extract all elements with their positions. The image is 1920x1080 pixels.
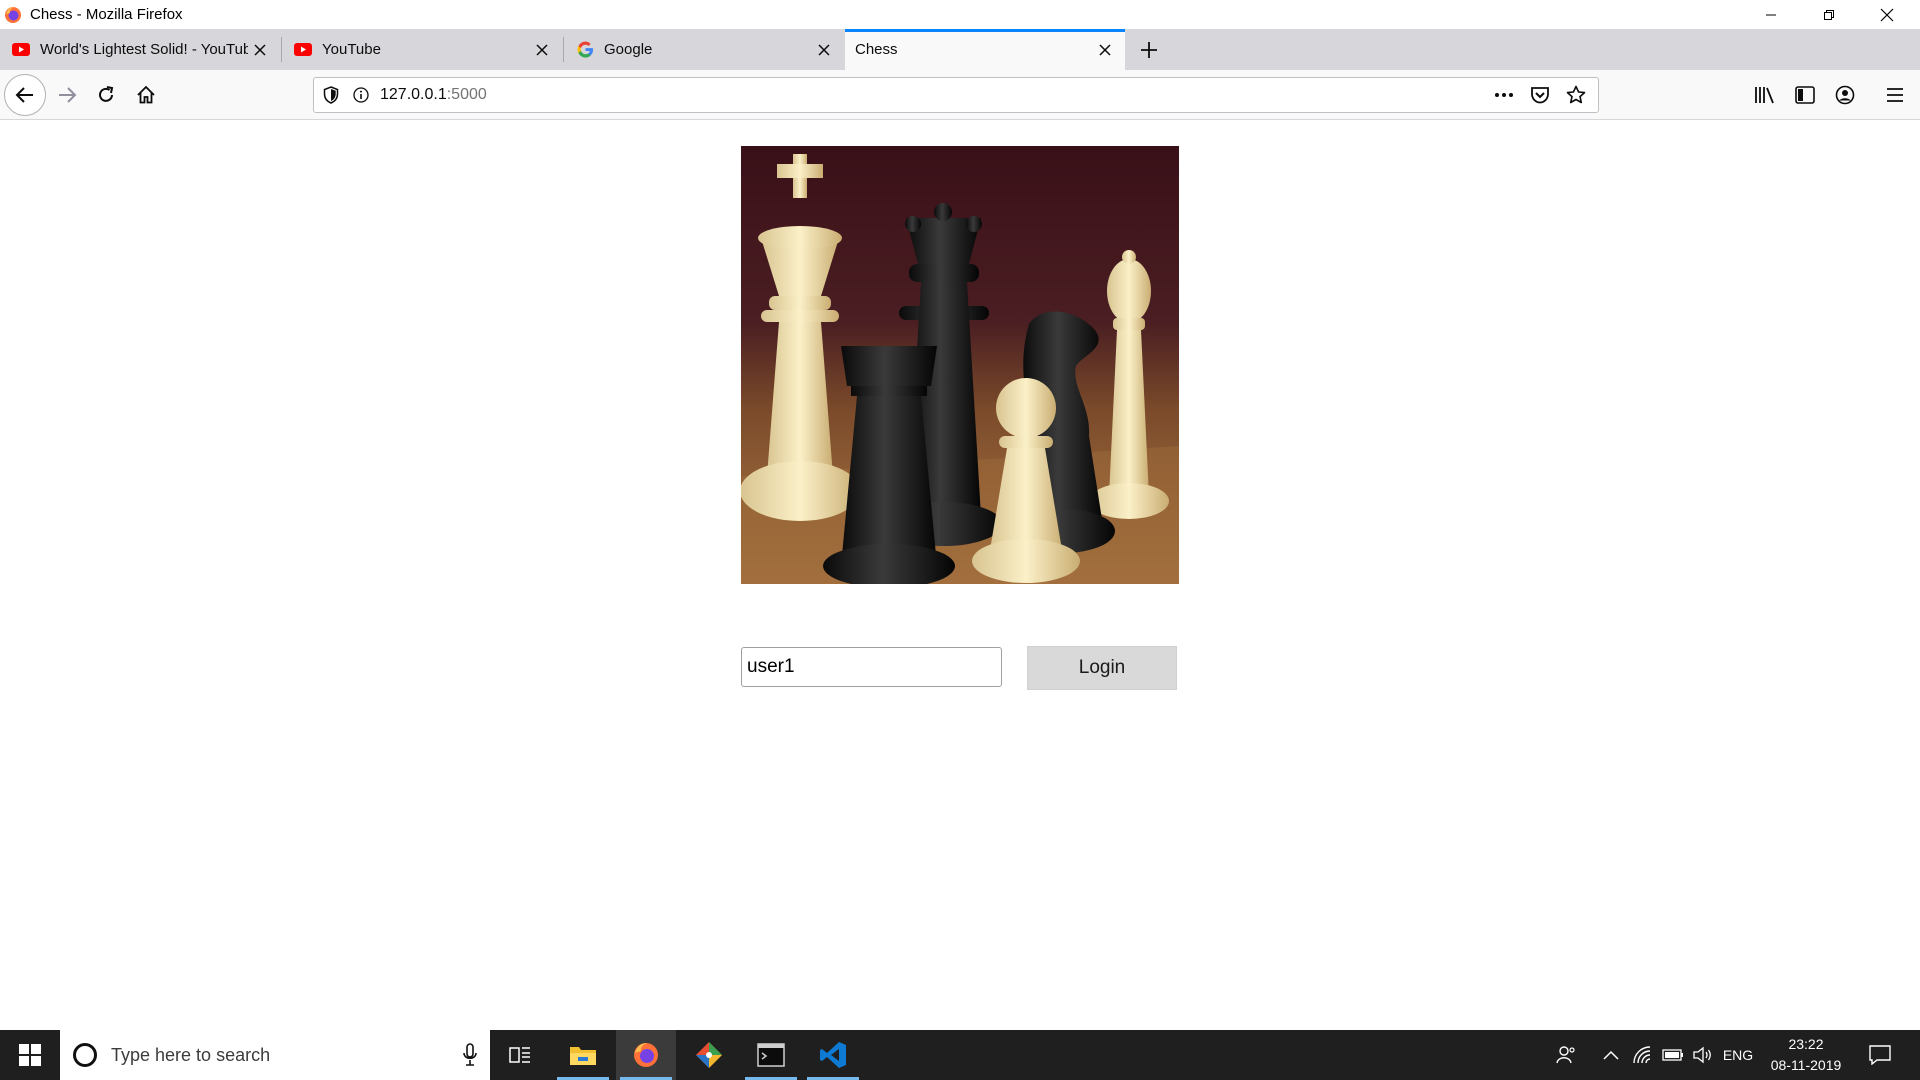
- page-actions-icon[interactable]: [1486, 78, 1522, 112]
- terminal-icon: [757, 1043, 785, 1067]
- back-arrow-icon: [15, 87, 33, 103]
- battery-icon: [1662, 1049, 1683, 1061]
- tab-worlds-lightest-solid[interactable]: World's Lightest Solid! - YouTube: [0, 29, 280, 70]
- volume-button[interactable]: [1688, 1030, 1718, 1080]
- file-explorer-taskbar-button[interactable]: [553, 1030, 613, 1080]
- taskbar-clock[interactable]: 23:22 08-11-2019: [1758, 1034, 1854, 1076]
- tab-label: Chess: [855, 41, 898, 58]
- wifi-icon: [1633, 1046, 1651, 1064]
- tab-label: Google: [604, 41, 653, 58]
- sidebar-button[interactable]: [1785, 75, 1825, 115]
- menu-button[interactable]: [1875, 75, 1915, 115]
- people-icon: [1556, 1046, 1575, 1064]
- close-tab-icon[interactable]: [530, 38, 554, 62]
- navigation-toolbar: 127.0.0.1:5000: [0, 70, 1920, 120]
- new-tab-button[interactable]: [1132, 33, 1166, 67]
- tab-strip: World's Lightest Solid! - YouTube YouTub…: [0, 29, 1920, 70]
- restore-button[interactable]: [1800, 0, 1858, 29]
- window-title: Chess - Mozilla Firefox: [30, 6, 183, 23]
- forward-arrow-icon: [59, 87, 77, 103]
- close-tab-icon[interactable]: [1093, 38, 1117, 62]
- vscode-icon: [820, 1042, 846, 1068]
- sidebar-icon: [1795, 86, 1815, 104]
- notification-icon: [1869, 1045, 1891, 1065]
- action-center-button[interactable]: [1862, 1030, 1898, 1080]
- forward-button[interactable]: [47, 75, 87, 115]
- tab-label: World's Lightest Solid! - YouTube: [40, 41, 248, 58]
- hamburger-menu-icon: [1887, 88, 1903, 102]
- language-indicator[interactable]: ENG: [1718, 1030, 1758, 1080]
- library-button[interactable]: [1745, 75, 1785, 115]
- windows-taskbar: Type here to search ENG 23:22 08-11-2019: [0, 1030, 1920, 1080]
- bookmark-star-icon[interactable]: [1558, 78, 1594, 112]
- restore-icon: [1824, 9, 1834, 20]
- back-button[interactable]: [4, 74, 46, 116]
- youtube-icon: [12, 41, 30, 59]
- battery-button[interactable]: [1658, 1030, 1688, 1080]
- close-window-button[interactable]: [1858, 0, 1916, 29]
- account-icon: [1835, 85, 1855, 105]
- minimize-icon: [1766, 14, 1776, 15]
- library-icon: [1755, 87, 1774, 104]
- reload-icon: [99, 86, 114, 102]
- tab-google[interactable]: Google: [564, 29, 844, 70]
- reload-button[interactable]: [86, 75, 126, 115]
- url-bar[interactable]: 127.0.0.1:5000: [313, 77, 1599, 113]
- people-button[interactable]: [1548, 1030, 1584, 1080]
- tab-youtube[interactable]: YouTube: [282, 29, 562, 70]
- start-button[interactable]: [0, 1030, 60, 1080]
- folder-icon: [570, 1047, 596, 1065]
- search-placeholder: Type here to search: [111, 1044, 271, 1065]
- firefox-icon: [634, 1043, 658, 1067]
- close-icon: [1880, 8, 1894, 21]
- shield-icon[interactable]: [316, 78, 346, 112]
- url-host: 127.0.0.1: [380, 86, 447, 103]
- git-taskbar-button[interactable]: [679, 1030, 739, 1080]
- chess-pieces-image: [741, 146, 1179, 584]
- git-icon: [696, 1042, 722, 1068]
- tab-chess[interactable]: Chess: [845, 29, 1125, 70]
- microphone-icon[interactable]: [462, 1043, 478, 1067]
- tab-label: YouTube: [322, 41, 381, 58]
- close-tab-icon[interactable]: [248, 38, 272, 62]
- taskbar-search-box[interactable]: Type here to search: [60, 1030, 490, 1080]
- google-icon: [576, 41, 594, 59]
- clock-time: 23:22: [1788, 1036, 1824, 1052]
- login-button[interactable]: Login: [1027, 646, 1177, 690]
- url-text: 127.0.0.1:5000: [380, 86, 487, 104]
- chevron-up-icon: [1603, 1050, 1619, 1060]
- home-icon: [137, 85, 155, 104]
- url-port: :5000: [446, 86, 487, 103]
- minimize-button[interactable]: [1742, 0, 1800, 29]
- window-titlebar: Chess - Mozilla Firefox: [0, 0, 1920, 29]
- cortana-icon: [73, 1043, 97, 1067]
- firefox-icon: [5, 6, 21, 23]
- task-view-button[interactable]: [490, 1030, 550, 1080]
- youtube-icon: [294, 41, 312, 59]
- username-input[interactable]: [741, 647, 1002, 687]
- show-hidden-icons-button[interactable]: [1594, 1030, 1628, 1080]
- vscode-taskbar-button[interactable]: [803, 1030, 863, 1080]
- close-tab-icon[interactable]: [812, 38, 836, 62]
- firefox-taskbar-button[interactable]: [616, 1030, 676, 1080]
- account-button[interactable]: [1825, 75, 1865, 115]
- windows-logo-icon: [19, 1044, 41, 1066]
- site-info-icon[interactable]: [346, 78, 376, 112]
- terminal-taskbar-button[interactable]: [741, 1030, 801, 1080]
- page-content: Login: [0, 121, 1920, 1030]
- network-button[interactable]: [1628, 1030, 1658, 1080]
- home-button[interactable]: [126, 75, 166, 115]
- plus-icon: [1141, 42, 1157, 58]
- task-view-icon: [509, 1047, 530, 1063]
- pocket-icon[interactable]: [1522, 78, 1558, 112]
- speaker-icon: [1693, 1046, 1711, 1064]
- clock-date: 08-11-2019: [1770, 1057, 1842, 1073]
